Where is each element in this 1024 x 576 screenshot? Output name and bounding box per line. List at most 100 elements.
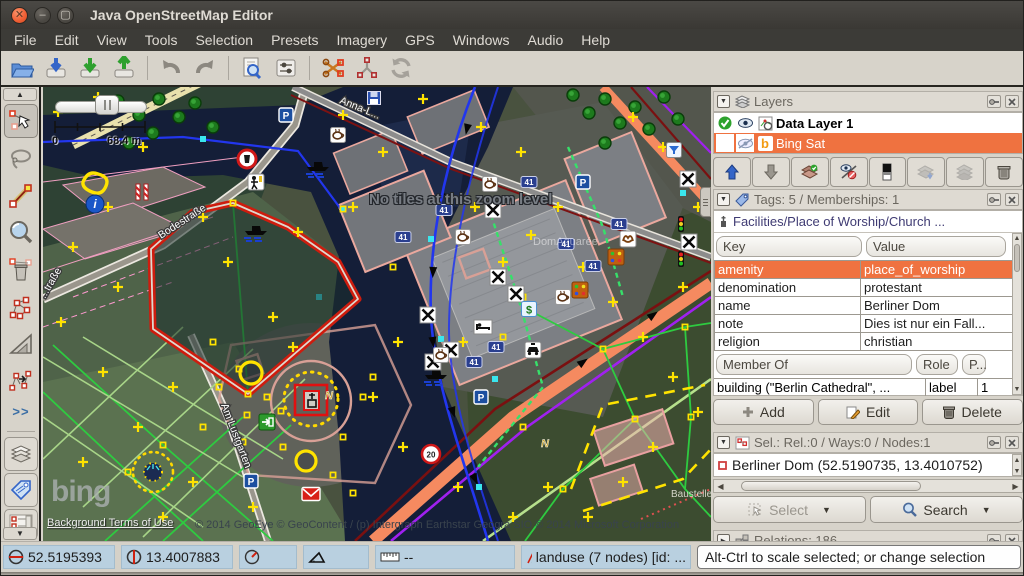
layer-move-down-button[interactable] xyxy=(752,157,790,187)
collapse-layers-button[interactable]: ▼ xyxy=(717,95,730,108)
layers-dialog-button[interactable] xyxy=(4,437,38,471)
close-panel-icon[interactable] xyxy=(1005,95,1019,108)
tag-row-note[interactable]: noteDies ist nur ein Fall... xyxy=(715,315,1022,333)
tag-row-denomination[interactable]: denominationprotestant xyxy=(715,279,1022,297)
angle-icon xyxy=(308,550,326,564)
layer-merge-button[interactable] xyxy=(946,157,984,187)
menu-selection[interactable]: Selection xyxy=(186,32,262,48)
tools-scroll-down-button[interactable]: ▼ xyxy=(3,527,37,540)
selected-object-item[interactable]: Berliner Dom (52.5190735, 13.4010752) xyxy=(714,454,1022,476)
imagery-attribution: © 2014 GeoEye © GeoContent / (p) Intergr… xyxy=(195,519,711,531)
menu-gps[interactable]: GPS xyxy=(396,32,444,48)
sticky-pin-icon[interactable] xyxy=(987,193,1001,206)
collapse-tags-button[interactable]: ▼ xyxy=(717,193,730,206)
select-move-icon xyxy=(8,108,34,134)
layer-row-data-layer[interactable]: Data Layer 1 xyxy=(714,113,1022,133)
upload-button[interactable] xyxy=(107,53,141,83)
collapse-selection-button[interactable]: ▼ xyxy=(717,436,730,449)
sticky-pin-icon[interactable] xyxy=(987,436,1001,449)
search-document-icon xyxy=(240,56,264,80)
lasso-tool-button[interactable] xyxy=(4,142,38,176)
layer-duplicate-button[interactable] xyxy=(907,157,945,187)
search-objects-button[interactable] xyxy=(235,53,269,83)
redo-button[interactable] xyxy=(188,53,222,83)
parallel-way-tool-button[interactable] xyxy=(4,364,38,398)
preset-link[interactable]: Facilities/Place of Worship/Church ... xyxy=(714,211,1022,233)
edit-tag-button[interactable]: Edit xyxy=(818,399,919,425)
more-tools-button[interactable]: >> xyxy=(4,399,38,423)
role-column-header[interactable]: Role xyxy=(916,354,958,375)
download-data-icon xyxy=(78,56,102,80)
zoom-tool-button[interactable] xyxy=(4,216,38,250)
select-tool-button[interactable] xyxy=(4,104,38,138)
delete-tag-button[interactable]: Delete xyxy=(922,399,1023,425)
layers-icon xyxy=(8,441,34,467)
selection-vertical-scrollbar[interactable]: ▲ ▼ xyxy=(1012,454,1022,476)
search-button[interactable]: Search ▼ xyxy=(870,496,1023,523)
svg-text:41: 41 xyxy=(492,343,501,352)
close-panel-icon[interactable] xyxy=(1005,193,1019,206)
zoom-slider-handle[interactable] xyxy=(95,95,119,115)
layer-move-up-button[interactable] xyxy=(713,157,751,187)
value-column-header[interactable]: Value xyxy=(866,236,1006,257)
key-column-header[interactable]: Key xyxy=(716,236,862,257)
layer-visibility-button[interactable] xyxy=(830,157,868,187)
sticky-pin-icon[interactable] xyxy=(987,95,1001,108)
tag-row-amenity[interactable]: amenityplace_of_worship xyxy=(715,261,1022,279)
menu-imagery[interactable]: Imagery xyxy=(328,32,397,48)
undo-button[interactable] xyxy=(154,53,188,83)
mail-icon xyxy=(302,488,320,501)
draw-node-tool-button[interactable] xyxy=(4,179,38,213)
terms-of-use-link[interactable]: Background Terms of Use xyxy=(47,517,173,529)
membership-row[interactable]: building ("Berlin Cathedral", ... label … xyxy=(714,378,1022,396)
layer-visible-eye-icon[interactable] xyxy=(736,114,754,132)
select-button[interactable]: Select ▼ xyxy=(713,496,866,523)
close-button[interactable]: ✕ xyxy=(11,7,28,24)
position-column-header[interactable]: P... xyxy=(962,354,986,375)
close-panel-icon[interactable] xyxy=(1005,436,1019,449)
menu-view[interactable]: View xyxy=(88,32,136,48)
tag-row-name[interactable]: nameBerliner Dom xyxy=(715,297,1022,315)
svg-text:41: 41 xyxy=(399,233,408,242)
toggle-dialogs-button[interactable] xyxy=(269,53,303,83)
merge-nodes-tool-button[interactable] xyxy=(4,290,38,324)
menu-audio[interactable]: Audio xyxy=(518,32,572,48)
menu-file[interactable]: File xyxy=(5,32,46,48)
download-button[interactable] xyxy=(39,53,73,83)
tools-scroll-up-button[interactable]: ▲ xyxy=(3,88,37,101)
add-tag-button[interactable]: Add xyxy=(713,399,814,425)
tags-vertical-scrollbar[interactable]: ▲ ▼ xyxy=(1012,233,1022,395)
refresh-button[interactable] xyxy=(384,53,418,83)
domaquaree-label: DomAquarée xyxy=(533,236,598,248)
toolbar-separator xyxy=(228,56,229,80)
layer-hidden-eye-icon[interactable] xyxy=(736,134,754,152)
delete-tool-button[interactable] xyxy=(4,253,38,287)
split-way-button[interactable] xyxy=(316,53,350,83)
unglue-button[interactable] xyxy=(350,53,384,83)
layer-row-bing-sat[interactable]: b Bing Sat xyxy=(714,133,1022,153)
menu-edit[interactable]: Edit xyxy=(46,32,88,48)
menu-windows[interactable]: Windows xyxy=(444,32,519,48)
layer-activate-button[interactable] xyxy=(791,157,829,187)
layer-delete-button[interactable] xyxy=(985,157,1023,187)
panel-splitter-handle[interactable] xyxy=(700,187,711,217)
open-file-button[interactable] xyxy=(5,53,39,83)
tags-dialog-button[interactable] xyxy=(4,473,38,507)
menu-presets[interactable]: Presets xyxy=(262,32,327,48)
baustelle-label: Baustelle xyxy=(671,489,711,500)
menu-tools[interactable]: Tools xyxy=(136,32,187,48)
layers-icon xyxy=(734,94,750,110)
extrude-tool-button[interactable] xyxy=(4,327,38,361)
selection-horizontal-scrollbar[interactable]: ◀▶ xyxy=(713,479,1023,493)
maximize-button[interactable]: ▢ xyxy=(57,7,74,24)
member-of-column-header[interactable]: Member Of xyxy=(716,354,912,375)
map-view[interactable]: 20 i $ P P P P 41 41 41 xyxy=(43,87,711,541)
menu-help[interactable]: Help xyxy=(572,32,619,48)
tag-row-religion[interactable]: religionchristian xyxy=(715,333,1022,351)
download-data-button[interactable] xyxy=(73,53,107,83)
minimize-button[interactable]: – xyxy=(34,7,51,24)
svg-text:P: P xyxy=(248,477,255,488)
split-way-icon xyxy=(321,56,345,80)
entrance-icon xyxy=(259,414,275,430)
layer-opacity-button[interactable] xyxy=(869,157,907,187)
